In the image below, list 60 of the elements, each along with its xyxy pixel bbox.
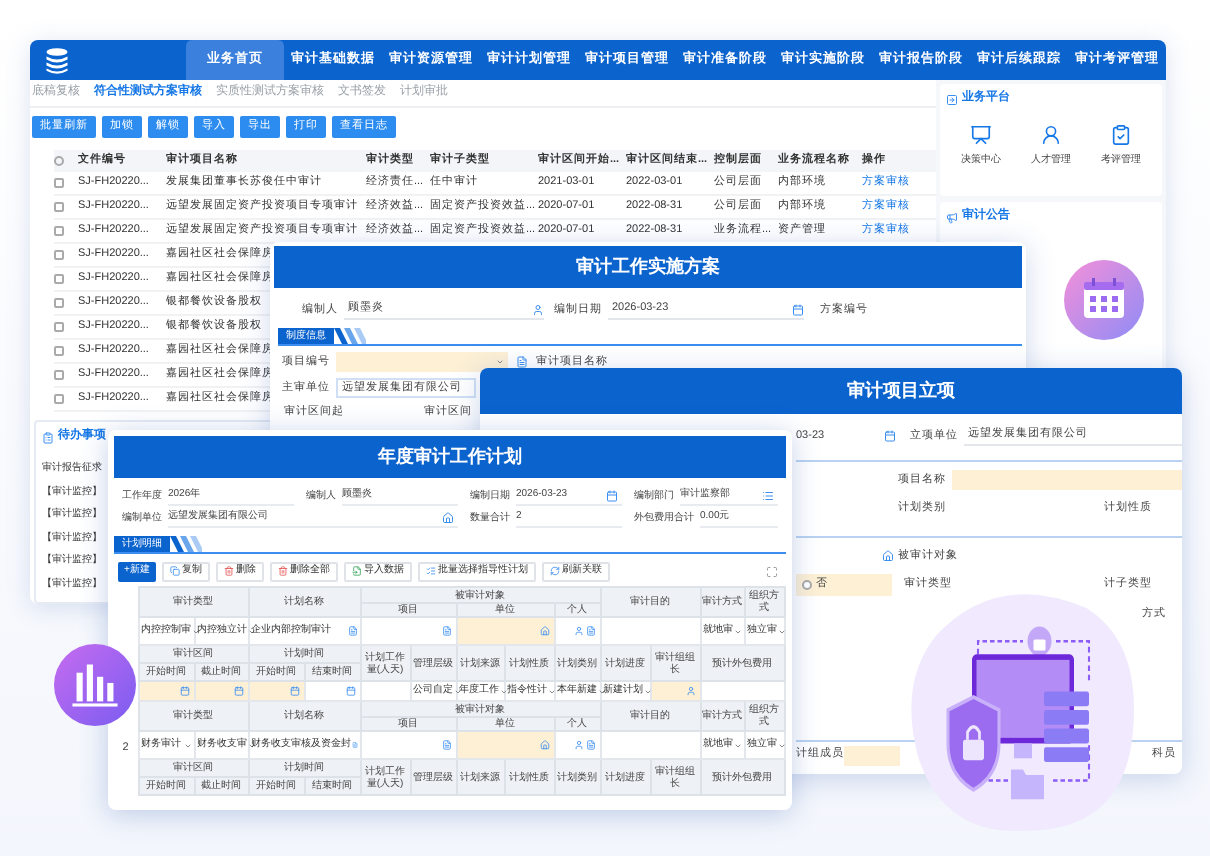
window-title: 审计工作实施方案 — [274, 246, 1022, 288]
members-field[interactable] — [844, 745, 900, 765]
project-name-field[interactable] — [952, 470, 1182, 490]
refresh-icon — [549, 566, 560, 576]
row-checkbox[interactable] — [54, 202, 64, 212]
row-checkbox[interactable] — [54, 274, 64, 284]
unit-cell[interactable] — [456, 731, 554, 759]
home-icon — [442, 512, 454, 524]
window-title: 年度审计工作计划 — [114, 436, 786, 478]
calendar-icon — [792, 303, 804, 315]
list-icon — [762, 490, 774, 502]
row-checkbox[interactable] — [54, 346, 64, 356]
row-checkbox[interactable] — [54, 370, 64, 380]
import-icon — [351, 566, 362, 576]
select-all-checkbox[interactable] — [54, 156, 64, 166]
window-title: 审计项目立项 — [480, 368, 1182, 414]
row-checkbox[interactable] — [54, 298, 64, 308]
calendar-icon — [1064, 260, 1144, 340]
home-icon — [539, 626, 549, 636]
home-icon — [882, 550, 894, 562]
document-icon — [585, 740, 596, 750]
calendar-icon — [345, 686, 355, 696]
home-icon — [539, 740, 549, 750]
unit-cell[interactable] — [456, 617, 554, 645]
date-cell[interactable] — [138, 681, 194, 701]
person-icon — [685, 686, 696, 696]
document-icon — [516, 356, 528, 368]
row-checkbox[interactable] — [54, 250, 64, 260]
entry-icon — [946, 93, 958, 105]
document-icon — [347, 626, 357, 636]
calendar-icon — [179, 686, 189, 696]
clipboard-check-icon[interactable] — [1110, 124, 1132, 146]
person-icon — [573, 740, 584, 750]
row-checkbox[interactable] — [54, 226, 64, 236]
stripes-icon — [170, 536, 202, 552]
row-checkbox[interactable] — [54, 394, 64, 404]
monitor-chart-icon[interactable] — [970, 124, 992, 146]
document-icon — [441, 626, 451, 636]
clipboard-icon — [42, 431, 54, 443]
person-icon — [573, 626, 584, 636]
trash-icon — [277, 566, 288, 576]
megaphone-icon — [946, 211, 958, 223]
row-checkbox[interactable] — [54, 178, 64, 188]
trash-icon — [223, 566, 234, 576]
radio-button[interactable] — [802, 579, 812, 589]
calendar-icon — [884, 430, 896, 442]
person-icon — [532, 303, 544, 315]
stripes-icon — [334, 328, 366, 344]
calendar-icon — [606, 490, 618, 502]
calendar-icon — [233, 686, 243, 696]
person-icon[interactable] — [1040, 124, 1062, 146]
project-number-field[interactable] — [336, 352, 508, 372]
row-checkbox[interactable] — [54, 322, 64, 332]
database-icon — [42, 45, 72, 75]
document-icon — [441, 740, 451, 750]
checklist-icon — [425, 566, 436, 576]
calendar-icon — [289, 686, 299, 696]
document-icon — [585, 626, 596, 636]
document-icon — [351, 740, 357, 750]
copy-icon — [169, 566, 180, 576]
